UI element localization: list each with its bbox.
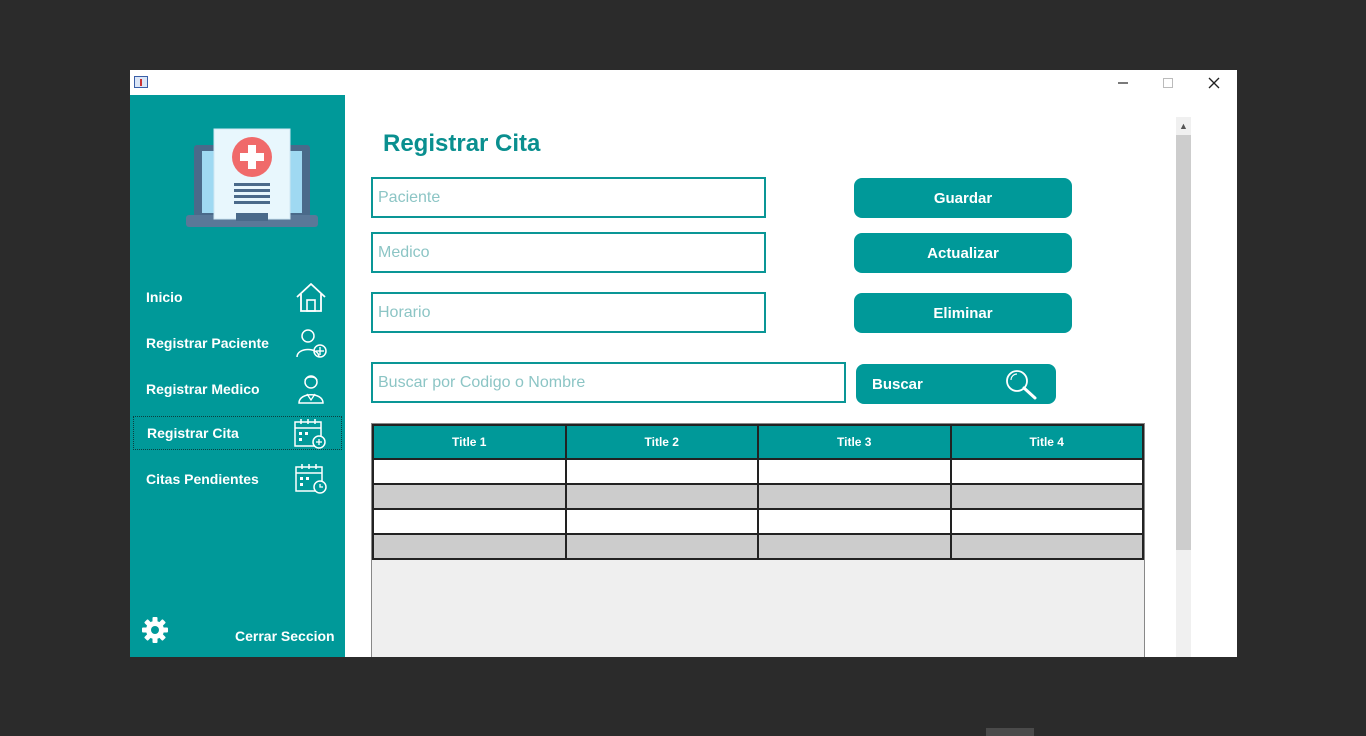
close-icon xyxy=(1208,77,1220,88)
save-button[interactable]: Guardar xyxy=(854,178,1072,218)
maximize-icon xyxy=(1163,77,1173,88)
taskbar-app-tab[interactable] xyxy=(986,728,1034,736)
search-button[interactable]: Buscar xyxy=(856,364,1056,404)
doctor-icon xyxy=(298,375,324,404)
table-cell[interactable] xyxy=(372,483,567,510)
data-table: Title 1 Title 2 Title 3 Title 4 xyxy=(372,424,1144,560)
scroll-up-arrow-icon[interactable]: ▲ xyxy=(1176,117,1191,134)
delete-button-label: Eliminar xyxy=(933,304,993,322)
minimize-icon xyxy=(1118,81,1128,84)
sidebar-item-registrar-paciente[interactable]: Registrar Paciente xyxy=(133,326,342,360)
appointments-table[interactable]: Title 1 Title 2 Title 3 Title 4 xyxy=(371,423,1145,657)
search-icon xyxy=(1006,370,1037,400)
table-cell[interactable] xyxy=(372,533,567,560)
table-cell[interactable] xyxy=(564,458,759,485)
minimize-button[interactable] xyxy=(1100,70,1146,95)
page-title: Registrar Cita xyxy=(383,130,541,157)
table-cell[interactable] xyxy=(757,458,952,485)
close-button[interactable] xyxy=(1191,70,1237,95)
sidebar-item-label: Registrar Medico xyxy=(146,381,260,397)
column-header[interactable]: Title 2 xyxy=(564,424,759,460)
column-header[interactable]: Title 4 xyxy=(949,424,1144,460)
table-row[interactable] xyxy=(372,483,1144,510)
medical-report-logo-icon xyxy=(186,128,318,227)
search-button-label: Buscar xyxy=(872,375,923,393)
table-cell[interactable] xyxy=(757,508,952,535)
search-input[interactable] xyxy=(371,362,846,403)
sidebar-item-citas-pendientes[interactable]: Citas Pendientes xyxy=(133,462,342,496)
vertical-scrollbar[interactable]: ▲ xyxy=(1176,117,1191,657)
table-cell[interactable] xyxy=(757,483,952,510)
title-bar xyxy=(130,70,1237,95)
logout-link[interactable]: Cerrar Seccion xyxy=(235,628,335,644)
sidebar-item-registrar-medico[interactable]: Registrar Medico xyxy=(133,372,342,406)
scrollbar-thumb[interactable] xyxy=(1176,135,1191,550)
update-button[interactable]: Actualizar xyxy=(854,233,1072,273)
sidebar-item-registrar-cita[interactable]: Registrar Cita xyxy=(133,416,342,450)
schedule-field[interactable] xyxy=(371,292,766,333)
table-row[interactable] xyxy=(372,533,1144,560)
table-cell[interactable] xyxy=(564,483,759,510)
sidebar-item-label: Inicio xyxy=(146,289,183,305)
main-content: Registrar Cita Guardar Actualizar Elimin… xyxy=(345,95,1237,657)
save-button-label: Guardar xyxy=(933,189,993,207)
sidebar-item-label: Registrar Paciente xyxy=(146,335,269,351)
table-cell[interactable] xyxy=(564,508,759,535)
column-header[interactable]: Title 3 xyxy=(757,424,952,460)
sidebar-item-inicio[interactable]: Inicio xyxy=(133,280,342,314)
table-row[interactable] xyxy=(372,508,1144,535)
table-cell[interactable] xyxy=(949,458,1144,485)
column-header[interactable]: Title 1 xyxy=(372,424,567,460)
table-cell[interactable] xyxy=(372,458,567,485)
app-icon xyxy=(134,76,148,88)
maximize-button[interactable] xyxy=(1145,70,1191,95)
table-cell[interactable] xyxy=(564,533,759,560)
sidebar-item-label: Citas Pendientes xyxy=(146,471,259,487)
table-cell[interactable] xyxy=(757,533,952,560)
calendar-add-icon xyxy=(294,419,326,449)
gear-icon[interactable] xyxy=(140,615,170,645)
delete-button[interactable]: Eliminar xyxy=(854,293,1072,333)
home-icon xyxy=(296,283,326,312)
patient-field[interactable] xyxy=(371,177,766,218)
table-row[interactable] xyxy=(372,458,1144,485)
app-window: Inicio Registrar Paciente Registrar Medi… xyxy=(130,70,1237,657)
calendar-clock-icon xyxy=(295,464,327,494)
update-button-label: Actualizar xyxy=(927,244,999,262)
sidebar: Inicio Registrar Paciente Registrar Medi… xyxy=(130,95,345,657)
table-cell[interactable] xyxy=(949,483,1144,510)
table-cell[interactable] xyxy=(949,508,1144,535)
add-patient-icon xyxy=(296,329,327,358)
sidebar-item-label: Registrar Cita xyxy=(147,425,239,441)
doctor-field[interactable] xyxy=(371,232,766,273)
table-header-row: Title 1 Title 2 Title 3 Title 4 xyxy=(372,424,1144,460)
table-cell[interactable] xyxy=(372,508,567,535)
table-cell[interactable] xyxy=(949,533,1144,560)
